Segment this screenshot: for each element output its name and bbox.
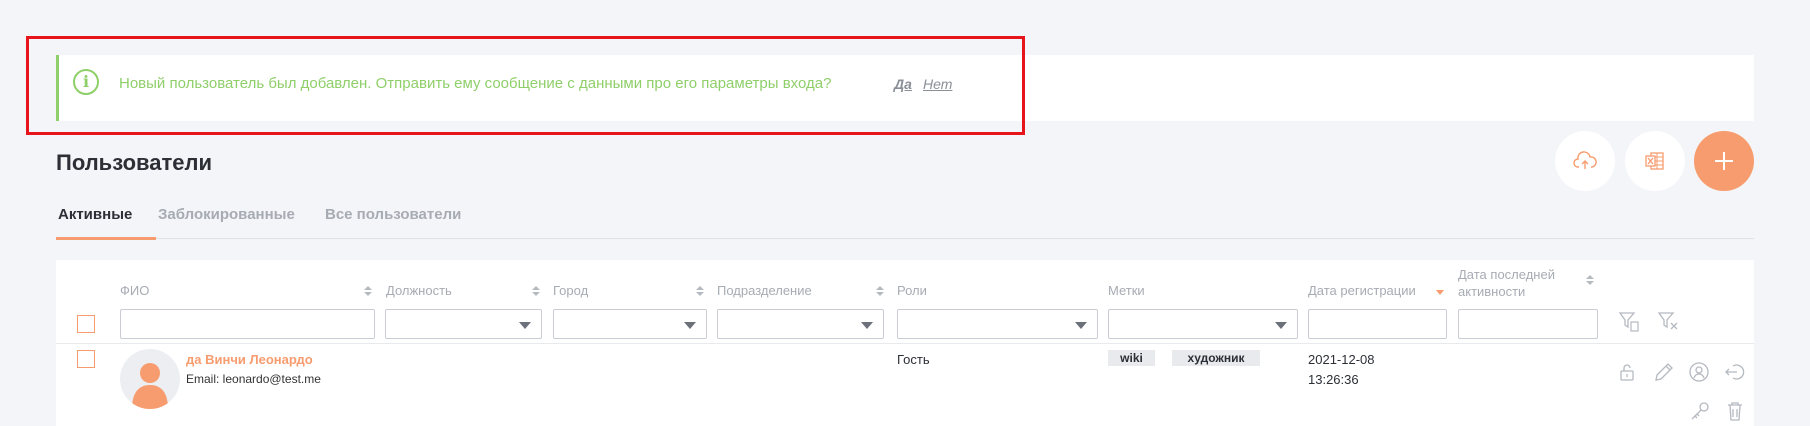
column-header-roles: Роли [897, 283, 927, 298]
apply-filter-icon[interactable] [1617, 309, 1641, 333]
filter-tags-select[interactable] [1108, 309, 1298, 339]
tag-badge: wiki [1108, 350, 1155, 366]
column-header-tags: Метки [1108, 283, 1145, 298]
tab-all-users[interactable]: Все пользователи [325, 206, 461, 223]
sort-icon[interactable] [875, 284, 885, 298]
notification-highlight-frame [26, 36, 1025, 135]
filter-name-input[interactable] [120, 309, 375, 339]
filter-roles-select[interactable] [897, 309, 1098, 339]
chevron-down-icon [861, 322, 873, 329]
user-email: Email: leonardo@test.me [186, 372, 321, 386]
add-user-button[interactable] [1694, 131, 1754, 191]
column-header-position[interactable]: Должность [386, 283, 452, 298]
sort-icon[interactable] [531, 284, 541, 298]
filter-city-select[interactable] [553, 309, 707, 339]
chevron-down-icon [1275, 322, 1287, 329]
lock-icon[interactable] [1615, 360, 1639, 384]
column-header-last-activity[interactable]: Дата последней активности [1458, 266, 1588, 300]
filter-position-select[interactable] [385, 309, 542, 339]
sort-icon[interactable] [363, 284, 373, 298]
column-header-city[interactable]: Город [553, 283, 588, 298]
sort-icon[interactable] [695, 284, 705, 298]
page-title: Пользователи [56, 150, 213, 175]
registration-time: 13:26:36 [1308, 372, 1359, 387]
edit-icon[interactable] [1652, 360, 1676, 384]
user-name-link[interactable]: да Винчи Леонардо [186, 352, 313, 367]
clear-filter-icon[interactable] [1656, 309, 1680, 333]
registration-date: 2021-12-08 [1308, 352, 1375, 367]
tab-blocked[interactable]: Заблокированные [158, 206, 295, 223]
user-role: Гость [897, 352, 930, 367]
column-header-name[interactable]: ФИО [120, 283, 149, 298]
chevron-down-icon [1075, 322, 1087, 329]
export-excel-button[interactable] [1625, 131, 1685, 191]
sort-desc-icon[interactable] [1435, 289, 1445, 297]
column-header-department[interactable]: Подразделение [717, 283, 812, 298]
avatar [120, 349, 180, 409]
filter-registration-date-input[interactable] [1308, 309, 1447, 339]
trash-icon[interactable] [1723, 399, 1747, 423]
row-checkbox[interactable] [77, 350, 95, 368]
upload-button[interactable] [1555, 131, 1615, 191]
tabs-divider [56, 238, 1754, 239]
key-icon[interactable] [1688, 399, 1712, 423]
plus-icon [1715, 152, 1733, 170]
chevron-down-icon [684, 322, 696, 329]
cloud-upload-icon [1573, 151, 1597, 169]
active-tab-indicator [56, 237, 156, 240]
filter-department-select[interactable] [717, 309, 884, 339]
tab-active[interactable]: Активные [58, 206, 132, 223]
login-as-icon[interactable] [1723, 360, 1747, 384]
row-divider [56, 343, 1754, 344]
column-header-registration-date[interactable]: Дата регистрации [1308, 283, 1416, 298]
user-avatar-icon [132, 363, 168, 409]
excel-export-icon [1645, 152, 1664, 170]
user-profile-icon[interactable] [1687, 360, 1711, 384]
sort-icon[interactable] [1585, 273, 1595, 287]
select-all-checkbox[interactable] [77, 315, 95, 333]
filter-last-activity-input[interactable] [1458, 309, 1598, 339]
tag-badge: художник [1172, 350, 1260, 366]
chevron-down-icon [519, 322, 531, 329]
